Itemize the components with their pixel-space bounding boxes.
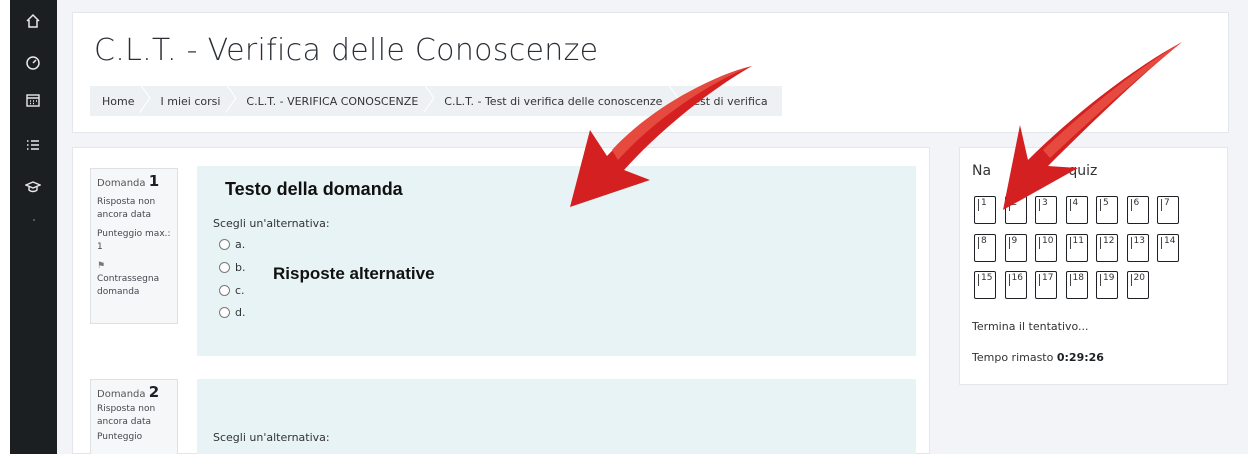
breadcrumb-current[interactable]: Test di verifica [676, 86, 781, 116]
option-d[interactable]: d. [219, 306, 245, 319]
quiz-nav-button-18[interactable]: 18 [1065, 271, 1088, 299]
question-text-annotation: Testo della domanda [225, 179, 403, 199]
question-max-score: Punteggio max.: 1 [97, 229, 171, 252]
quiz-nav-button-4[interactable]: 4 [1065, 196, 1088, 224]
breadcrumb: Home I miei corsi C.L.T. - VERIFICA CONO… [90, 86, 782, 116]
quiz-nav-button-10[interactable]: 10 [1035, 233, 1057, 262]
calendar-icon[interactable] [21, 88, 45, 112]
breadcrumb-my-courses[interactable]: I miei corsi [148, 86, 234, 116]
quiz-navigation: Na zione quiz 1 2 3 4 5 6 7 8 9 10 11 12 13 14 15 16 17 1… [959, 147, 1228, 385]
quiz-nav-button-7[interactable]: 7 [1157, 196, 1179, 224]
main-content: C.L.T. - Verifica delle Conoscenze Home … [57, 0, 1248, 454]
flag-question-link[interactable]: Contrassegna domanda [97, 273, 171, 299]
radio-icon[interactable] [219, 239, 230, 250]
option-c[interactable]: c. [219, 284, 245, 297]
quiz-nav-button-11[interactable]: 11 [1065, 233, 1088, 262]
quiz-nav-button-13[interactable]: 13 [1126, 233, 1149, 262]
breadcrumb-quiz[interactable]: C.L.T. - Test di verifica delle conoscen… [432, 86, 676, 116]
question-status: Risposta non ancora data [97, 404, 156, 427]
sidebar-divider [33, 219, 35, 221]
question-prompt: Scegli un'alternativa: [213, 431, 330, 444]
radio-icon[interactable] [219, 307, 230, 318]
question-area: Domanda 1 Risposta non ancora data Punte… [72, 147, 930, 454]
radio-icon[interactable] [219, 285, 230, 296]
quiz-nav-button-20[interactable]: 20 [1126, 271, 1149, 299]
quiz-nav-button-2[interactable]: 2 [1004, 196, 1027, 224]
question-info-2: Domanda 2 Risposta non ancora data Punte… [90, 379, 178, 454]
quiz-nav-button-12[interactable]: 12 [1096, 233, 1118, 262]
option-b[interactable]: b. [219, 261, 245, 274]
breadcrumb-home[interactable]: Home [90, 86, 148, 116]
question-number: Domanda 2 [97, 383, 160, 401]
question-content-1: Testo della domanda Scegli un'alternativ… [197, 166, 916, 356]
quiz-nav-button-15[interactable]: 15 [974, 271, 996, 299]
question-max-score: Punteggio [97, 432, 143, 442]
quiz-nav-button-8[interactable]: 8 [974, 233, 996, 262]
quiz-nav-button-19[interactable]: 19 [1096, 271, 1118, 299]
finish-attempt-link[interactable]: Termina il tentativo... [972, 320, 1089, 333]
quiz-nav-button-9[interactable]: 9 [1004, 233, 1027, 262]
quiz-nav-button-17[interactable]: 17 [1035, 271, 1057, 299]
graduation-cap-icon[interactable] [21, 175, 45, 199]
quiz-nav-button-5[interactable]: 5 [1096, 196, 1118, 224]
quiz-nav-button-16[interactable]: 16 [1004, 271, 1027, 299]
question-info-1: Domanda 1 Risposta non ancora data Punte… [90, 168, 178, 324]
quiz-nav-button-6[interactable]: 6 [1126, 196, 1149, 224]
page-title: C.L.T. - Verifica delle Conoscenze [94, 33, 599, 68]
list-icon[interactable] [21, 133, 45, 157]
quiz-nav-title: Na zione quiz [972, 163, 1098, 179]
breadcrumb-course[interactable]: C.L.T. - VERIFICA CONOSCENZE [234, 86, 432, 116]
answers-annotation: Risposte alternative [273, 264, 435, 283]
dashboard-icon[interactable] [21, 51, 45, 75]
question-number: Domanda 1 [97, 172, 160, 190]
quiz-nav-button-1[interactable]: 1 [974, 196, 996, 224]
quiz-nav-button-14[interactable]: 14 [1157, 233, 1179, 262]
page-header: C.L.T. - Verifica delle Conoscenze Home … [72, 12, 1229, 133]
sidebar [10, 0, 57, 454]
question-content-2: Scegli un'alternativa: [197, 379, 916, 454]
question-status: Risposta non ancora data [97, 197, 156, 220]
radio-icon[interactable] [219, 262, 230, 273]
option-a[interactable]: a. [219, 238, 245, 251]
home-icon[interactable] [21, 9, 45, 33]
question-prompt: Scegli un'alternativa: [213, 217, 330, 230]
quiz-nav-button-3[interactable]: 3 [1035, 196, 1057, 224]
time-remaining: Tempo rimasto 0:29:26 [972, 351, 1104, 364]
flag-icon[interactable]: ⚑ [97, 260, 171, 273]
time-value: 0:29:26 [1056, 351, 1104, 364]
